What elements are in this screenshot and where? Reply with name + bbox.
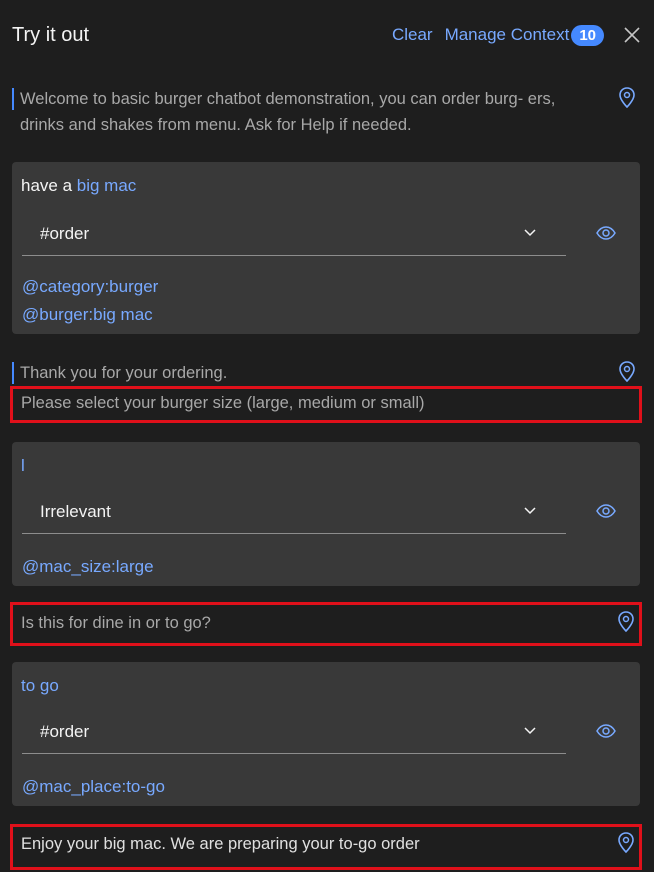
user-utterance: have a big mac <box>21 176 136 196</box>
entity-tag[interactable]: @category:burger <box>22 277 158 297</box>
entity-tag[interactable]: @burger:big mac <box>22 305 153 325</box>
highlighted-bot-message: Enjoy your big mac. We are preparing you… <box>10 824 642 870</box>
bot-message-text: Is this for dine in or to go? <box>21 614 211 632</box>
location-pin-icon[interactable] <box>618 360 636 384</box>
clear-button[interactable]: Clear <box>392 25 433 45</box>
utterance-entity: l <box>21 456 25 475</box>
chevron-down-icon <box>524 229 536 237</box>
user-message-card: have a big mac #order @category:burger @… <box>12 162 640 334</box>
utterance-entity: to go <box>21 676 59 695</box>
bot-message-text: Enjoy your big mac. We are preparing you… <box>21 835 420 853</box>
manage-context-button[interactable]: Manage Context <box>445 25 570 45</box>
intent-value: Irrelevant <box>40 501 111 521</box>
welcome-message: Welcome to basic burger chatbot demonstr… <box>12 86 642 138</box>
user-utterance: to go <box>21 676 59 696</box>
intent-dropdown[interactable]: Irrelevant <box>22 490 566 534</box>
bot-message-text: Please select your burger size (large, m… <box>21 394 425 412</box>
user-utterance: l <box>21 456 25 476</box>
intent-dropdown[interactable]: #order <box>22 710 566 754</box>
welcome-text: Welcome to basic burger chatbot demonstr… <box>20 90 556 134</box>
entity-tag[interactable]: @mac_size:large <box>22 557 154 577</box>
chevron-down-icon <box>524 507 536 515</box>
close-icon[interactable] <box>622 25 642 45</box>
location-pin-icon[interactable] <box>617 610 635 634</box>
panel-title: Try it out <box>12 23 90 46</box>
utterance-entity: big mac <box>76 176 137 195</box>
context-count-badge: 10 <box>571 24 604 46</box>
highlighted-bot-message: Is this for dine in or to go? <box>10 602 642 646</box>
panel-header: Try it out Clear Manage Context 10 <box>0 0 654 70</box>
user-message-card: l Irrelevant @mac_size:large <box>12 442 640 586</box>
entity-tag[interactable]: @mac_place:to-go <box>22 777 165 797</box>
user-message-card: to go #order @mac_place:to-go <box>12 662 640 806</box>
eye-icon[interactable] <box>596 504 616 518</box>
bot-message-text: Thank you for your ordering. <box>20 364 228 382</box>
intent-value: #order <box>40 223 90 243</box>
highlighted-bot-message: Please select your burger size (large, m… <box>10 386 642 423</box>
location-pin-icon[interactable] <box>617 831 635 855</box>
bot-message: Thank you for your ordering. <box>12 360 642 388</box>
eye-icon[interactable] <box>596 226 616 240</box>
chevron-down-icon <box>524 727 536 735</box>
utterance-text: have a <box>21 176 77 195</box>
eye-icon[interactable] <box>596 724 616 738</box>
intent-dropdown[interactable]: #order <box>22 212 566 256</box>
location-pin-icon[interactable] <box>618 86 636 110</box>
intent-value: #order <box>40 721 90 741</box>
